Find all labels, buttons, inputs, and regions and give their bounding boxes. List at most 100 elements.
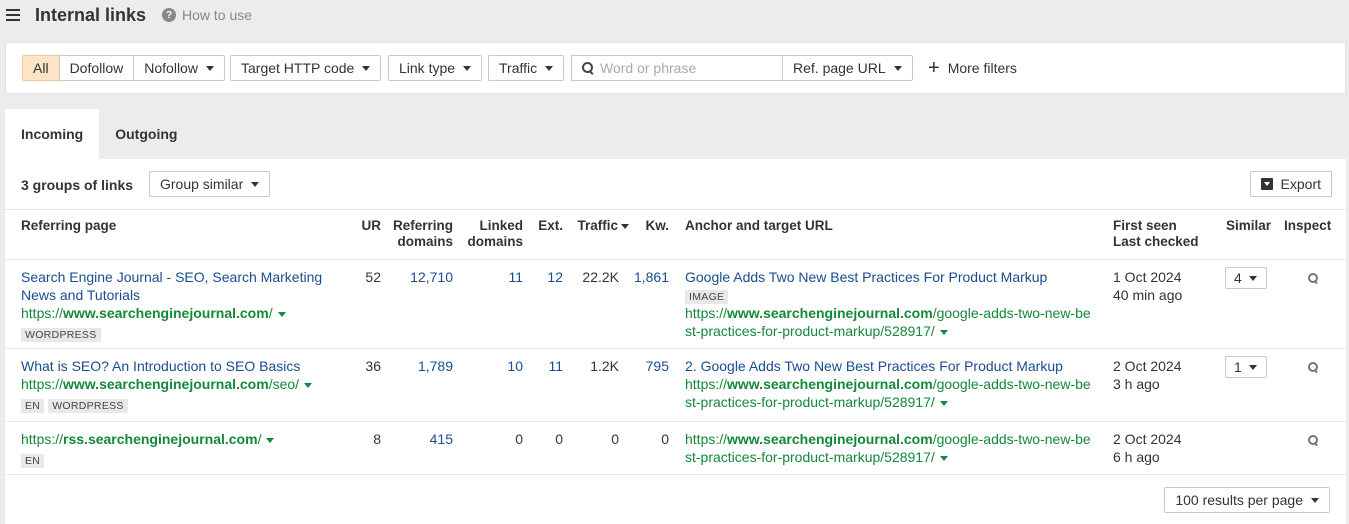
chevron-down-icon bbox=[463, 65, 472, 71]
url-domain: www.searchenginejournal.com bbox=[727, 305, 933, 321]
target-url-line2: st-practices-for-product-markup/528917/ bbox=[685, 393, 1091, 411]
url-path: / bbox=[268, 305, 273, 321]
referring-page-url[interactable]: https://www.searchenginejournal.com/seo/ bbox=[21, 375, 313, 393]
search-icon bbox=[582, 62, 594, 74]
search-input[interactable] bbox=[600, 60, 770, 76]
url-path: /google-adds-two-new-be bbox=[932, 431, 1091, 447]
url-prefix: https:// bbox=[685, 305, 728, 321]
tag-badge: EN bbox=[21, 399, 45, 413]
link-type-dropdown[interactable]: Link type bbox=[388, 55, 483, 81]
referring-page-url[interactable]: https://www.searchenginejournal.com/ bbox=[21, 304, 286, 322]
col-similar[interactable]: Similar bbox=[1226, 218, 1271, 234]
chevron-down-icon[interactable] bbox=[939, 455, 948, 461]
url-domain: www.searchenginejournal.com bbox=[63, 305, 269, 321]
linked-domains-link[interactable]: 10 bbox=[461, 357, 523, 375]
col-first-seen[interactable]: First seen Last checked bbox=[1113, 218, 1199, 250]
traffic-value: 22.2K bbox=[582, 269, 619, 285]
more-filters-label: More filters bbox=[947, 60, 1017, 76]
col-traffic-label: Traffic bbox=[577, 218, 618, 233]
similar-dropdown[interactable]: 1 bbox=[1225, 356, 1267, 378]
tab-outgoing[interactable]: Outgoing bbox=[99, 109, 193, 159]
tag-list: WORDPRESS bbox=[21, 324, 105, 342]
ref-domains-link[interactable]: 12,710 bbox=[383, 268, 453, 286]
similar-count: 1 bbox=[1234, 359, 1242, 375]
more-filters-button[interactable]: + More filters bbox=[928, 55, 1017, 81]
referring-page-title-link[interactable]: What is SEO? An Introduction to SEO Basi… bbox=[21, 357, 300, 375]
traffic-dropdown[interactable]: Traffic bbox=[488, 55, 565, 81]
col-ur[interactable]: UR bbox=[351, 218, 382, 234]
referring-page-title-link[interactable]: Search Engine Journal - SEO, Search Mark… bbox=[21, 268, 322, 304]
col-inspect[interactable]: Inspect bbox=[1284, 218, 1331, 234]
last-checked-time: 6 h ago bbox=[1113, 449, 1160, 465]
inspect-icon[interactable] bbox=[1308, 273, 1320, 285]
title-line: Search Engine Journal - SEO, Search Mark… bbox=[21, 269, 323, 285]
results-per-page-dropdown[interactable]: 100 results per page bbox=[1164, 487, 1330, 513]
hamburger-menu-icon[interactable] bbox=[6, 9, 20, 21]
ref-domains-link[interactable]: 415 bbox=[383, 430, 453, 448]
linked-domains-link[interactable]: 11 bbox=[461, 268, 523, 286]
first-seen-cell: 2 Oct 2024 3 h ago bbox=[1113, 357, 1182, 393]
how-to-use-link[interactable]: ? How to use bbox=[162, 7, 252, 23]
tab-incoming[interactable]: Incoming bbox=[5, 109, 100, 159]
kw-link[interactable]: 1,861 bbox=[625, 268, 669, 286]
col-ext[interactable]: Ext. bbox=[529, 218, 563, 234]
image-tag-badge: IMAGE bbox=[685, 290, 729, 304]
traffic-label: Traffic bbox=[499, 60, 538, 76]
ext-link[interactable]: 12 bbox=[529, 268, 563, 286]
chevron-down-icon[interactable] bbox=[277, 311, 286, 317]
ref-page-url-dropdown[interactable]: Ref. page URL bbox=[782, 55, 913, 81]
referring-page-url[interactable]: https://rss.searchenginejournal.com/ bbox=[21, 430, 275, 448]
link-type-label: Link type bbox=[399, 60, 456, 76]
col-referring-page[interactable]: Referring page bbox=[21, 218, 116, 234]
col-linked-domains[interactable]: Linked domains bbox=[461, 218, 523, 250]
chevron-down-icon bbox=[1248, 364, 1257, 370]
inspect-icon[interactable] bbox=[1308, 435, 1320, 447]
url-prefix: https:// bbox=[685, 431, 728, 447]
kw-link[interactable]: 795 bbox=[625, 357, 669, 375]
col-referring-domains[interactable]: Referring domains bbox=[383, 218, 453, 250]
url-domain: www.searchenginejournal.com bbox=[727, 376, 933, 392]
col-kw[interactable]: Kw. bbox=[635, 218, 670, 234]
col-linked-domains-line1: Linked bbox=[479, 218, 523, 233]
target-url[interactable]: https://www.searchenginejournal.com/goog… bbox=[685, 304, 1091, 340]
linked-domains-value: 0 bbox=[515, 431, 523, 447]
results-panel: 3 groups of links Group similar Export R… bbox=[5, 159, 1346, 524]
download-icon bbox=[1260, 178, 1273, 190]
url-path: st-practices-for-product-markup/528917/ bbox=[685, 394, 935, 410]
divider bbox=[5, 348, 1346, 349]
col-referring-domains-line2: domains bbox=[397, 234, 453, 249]
ext-link[interactable]: 11 bbox=[529, 357, 563, 375]
direction-tabs: Incoming Outgoing bbox=[5, 109, 193, 159]
col-anchor[interactable]: Anchor and target URL bbox=[685, 218, 833, 234]
col-referring-domains-line1: Referring bbox=[392, 218, 453, 233]
ur-value: 52 bbox=[365, 269, 381, 285]
first-seen-date: 1 Oct 2024 bbox=[1113, 269, 1182, 285]
filter-all-button[interactable]: All bbox=[22, 55, 60, 81]
target-url[interactable]: https://www.searchenginejournal.com/goog… bbox=[685, 375, 1091, 411]
url-path: st-practices-for-product-markup/528917/ bbox=[685, 323, 935, 339]
last-checked-time: 40 min ago bbox=[1113, 287, 1183, 303]
group-similar-dropdown[interactable]: Group similar bbox=[149, 171, 271, 197]
chevron-down-icon[interactable] bbox=[939, 400, 948, 406]
col-traffic[interactable]: Traffic bbox=[571, 218, 629, 234]
target-url[interactable]: https://www.searchenginejournal.com/goog… bbox=[685, 430, 1091, 466]
divider bbox=[5, 474, 1346, 475]
export-button[interactable]: Export bbox=[1249, 171, 1332, 197]
results-per-page-label: 100 results per page bbox=[1175, 492, 1303, 508]
target-http-code-dropdown[interactable]: Target HTTP code bbox=[230, 55, 382, 81]
tag-badge: WORDPRESS bbox=[48, 399, 128, 413]
chevron-down-icon[interactable] bbox=[266, 437, 275, 443]
ref-domains-link[interactable]: 1,789 bbox=[383, 357, 453, 375]
chevron-down-icon[interactable] bbox=[939, 329, 948, 335]
chevron-down-icon[interactable] bbox=[304, 382, 313, 388]
tag-badge: EN bbox=[21, 454, 45, 468]
filter-dofollow-button[interactable]: Dofollow bbox=[58, 55, 135, 81]
anchor-tag: IMAGE bbox=[685, 286, 732, 304]
anchor-link[interactable]: Google Adds Two New Best Practices For P… bbox=[685, 268, 1047, 286]
anchor-link[interactable]: 2. Google Adds Two New Best Practices Fo… bbox=[685, 357, 1063, 375]
chevron-down-icon bbox=[1248, 275, 1257, 281]
inspect-icon[interactable] bbox=[1308, 362, 1320, 374]
similar-dropdown[interactable]: 4 bbox=[1225, 267, 1267, 289]
target-url-line1: https://www.searchenginejournal.com/goog… bbox=[685, 375, 1091, 393]
filter-nofollow-dropdown[interactable]: Nofollow bbox=[133, 55, 225, 81]
